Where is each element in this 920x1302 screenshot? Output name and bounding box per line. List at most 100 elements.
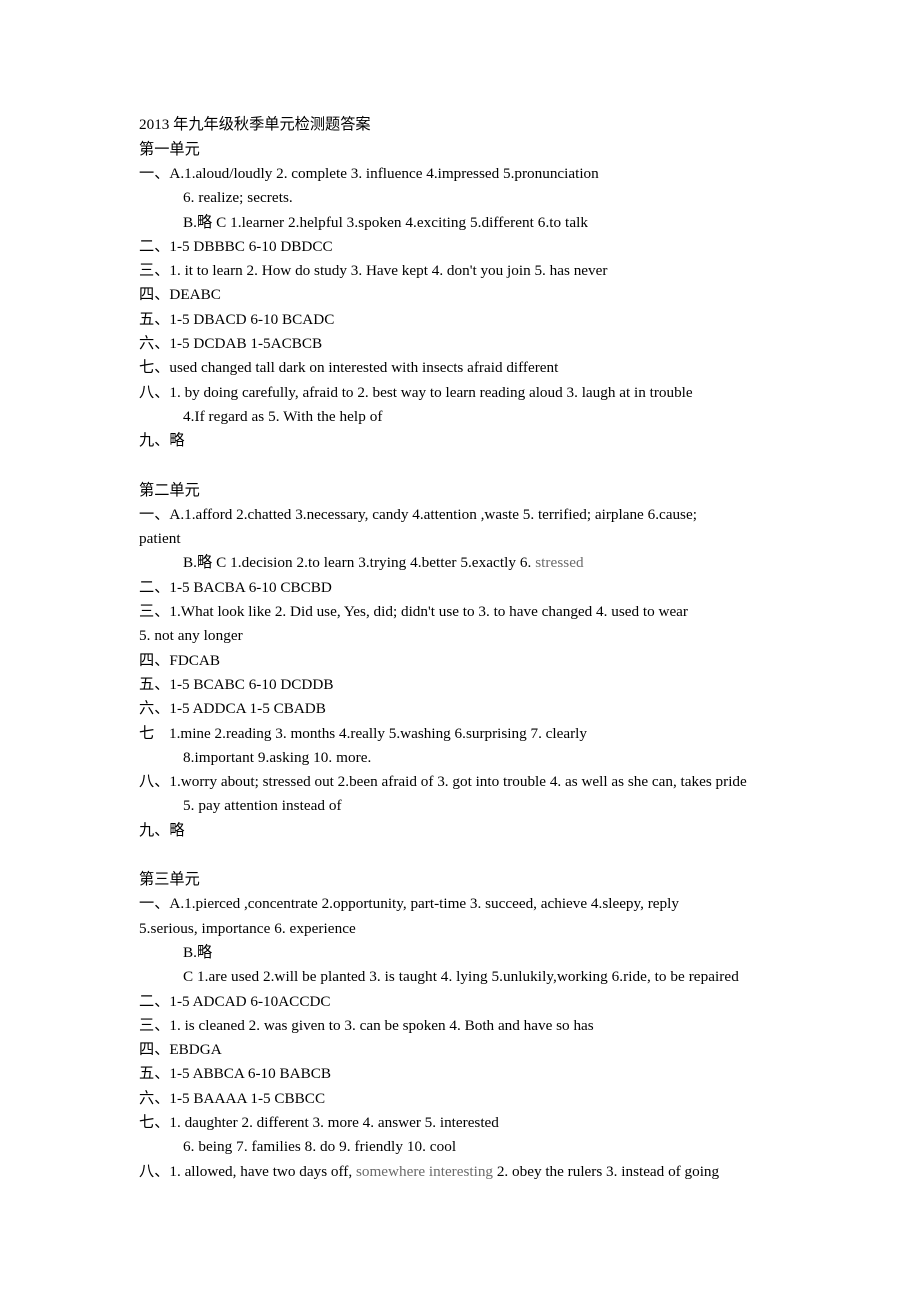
unit-heading: 第三单元 [139, 871, 200, 889]
section-marker: 二、 [139, 992, 170, 1010]
answer-line: 四、 EBDGA [139, 1038, 799, 1062]
answer-continuation-line: patient [139, 530, 181, 548]
answer-line: 八、 1.worry about; stressed out 2.been afr… [139, 770, 799, 794]
document-body: 2013 年九年级秋季单元检测题答案 第一单元 一、 A.1.aloud/loudl… [139, 112, 799, 1184]
answer-text: 1. daughter 2. different 3. more 4. answ… [169, 1113, 499, 1131]
answer-continuation-line: 6. realize; secrets. [183, 189, 293, 207]
answer-text: 1-5 ABBCA 6-10 BABCB [169, 1065, 331, 1083]
answer-text: 1. is cleaned 2. was given to 3. can be … [169, 1016, 594, 1034]
answer-text: 1-5 DCDAB 1-5ACBCB [169, 335, 323, 353]
answer-text-part: 1. allowed, have two days off, [169, 1162, 356, 1180]
answer-continuation-line: B.略 [183, 943, 213, 961]
answer-continuation-line: 5. not any longer [139, 627, 243, 645]
answer-continuation-line: B.略 C 1.decision 2.to learn 3.trying 4.b… [139, 551, 799, 575]
answer-line: 六、 1-5 BAAAA 1-5 CBBCC [139, 1087, 799, 1111]
answer-text: 1. by doing carefully, afraid to 2. best… [169, 383, 693, 401]
section-marker: 六、 [139, 1089, 170, 1107]
answer-text: 1-5 BAAAA 1-5 CBBCC [169, 1089, 326, 1107]
section-marker: 六、 [139, 700, 170, 718]
units-container: 第一单元 一、 A.1.aloud/loudly 2. complete 3. in… [139, 137, 799, 1184]
unit-spacer [139, 843, 799, 867]
answer-text: 1.What look like 2. Did use, Yes, did; d… [169, 603, 688, 621]
answer-line: 五、 1-5 ABBCA 6-10 BABCB [139, 1062, 799, 1086]
section-marker: 五、 [139, 675, 170, 693]
answer-line: 一、 A.1.aloud/loudly 2. complete 3. influe… [139, 162, 799, 186]
answer-line: 八、 1. by doing carefully, afraid to 2. be… [139, 381, 799, 405]
answer-line: 三、 1.What look like 2. Did use, Yes, did;… [139, 600, 799, 624]
document-title: 2013 年九年级秋季单元检测题答案 [139, 116, 371, 133]
answer-line: 二、 1-5 BACBA 6-10 CBCBD [139, 576, 799, 600]
answer-line: 六、 1-5 DCDAB 1-5ACBCB [139, 332, 799, 356]
answer-continuation-line: C 1.are used 2.will be planted 3. is tau… [183, 968, 739, 986]
answer-line: 二、 1-5 ADCAD 6-10ACCDC [139, 990, 799, 1014]
section-marker: 六、 [139, 335, 170, 353]
section-marker: 八、 [139, 773, 170, 791]
answer-line: 七、 used changed tall dark on interested w… [139, 356, 799, 380]
section-marker: 三、 [139, 1016, 170, 1034]
answer-text: 1-5 ADDCA 1-5 CBADB [169, 700, 326, 718]
section-marker: 七、 [139, 359, 170, 377]
answer-text: 1.worry about; stressed out 2.been afrai… [169, 773, 747, 791]
section-marker: 八、 [139, 383, 170, 401]
answer-line: 九、略 [139, 819, 799, 843]
answer-continuation-line: 4.If regard as 5. With the help of [183, 407, 383, 425]
answer-continuation-line: 5.serious, importance 6. experience [139, 919, 356, 937]
answer-text: 略 [169, 432, 185, 450]
answer-text-part: B.略 C 1.decision 2.to learn 3.trying 4.b… [183, 554, 536, 572]
answer-text: 1. it to learn 2. How do study 3. Have k… [169, 262, 608, 280]
section-marker: 九、 [139, 821, 170, 839]
answer-text: 1-5 BACBA 6-10 CBCBD [169, 578, 332, 596]
answer-line: 四、 DEABC [139, 283, 799, 307]
answer-text: FDCAB [169, 651, 221, 669]
answer-line: 一、 A.1.afford 2.chatted 3.necessary, cand… [139, 503, 799, 527]
answer-line: 五、 1-5 BCABC 6-10 DCDDB [139, 673, 799, 697]
answer-text-faded: somewhere interesting [355, 1162, 494, 1180]
answer-text: A.1.aloud/loudly 2. complete 3. influenc… [169, 165, 599, 182]
section-marker: 七、 [139, 1113, 170, 1131]
answer-line: 二、 1-5 DBBBC 6-10 DBDCC [139, 235, 799, 259]
answer-text: 1.mine 2.reading 3. months 4.really 5.wa… [169, 724, 587, 742]
answer-line: 七 1.mine 2.reading 3. months 4.really 5.w… [139, 722, 799, 746]
answer-text: 略 [169, 821, 185, 839]
answer-line: 四、 FDCAB [139, 649, 799, 673]
answer-text: 1-5 BCABC 6-10 DCDDB [169, 675, 334, 693]
section-marker: 八、 [139, 1162, 170, 1180]
unit-spacer [139, 454, 799, 478]
section-marker: 一、 [139, 165, 170, 182]
answer-text-part: 2. obey the rulers 3. instead of going [493, 1162, 720, 1180]
answer-line: 六、 1-5 ADDCA 1-5 CBADB [139, 697, 799, 721]
answer-continuation-line: 5. pay attention instead of [183, 797, 342, 815]
section-marker: 二、 [139, 237, 170, 255]
answer-text: 1-5 DBACD 6-10 BCADC [169, 310, 335, 328]
answer-text: 1. allowed, have two days off, somewhere… [169, 1160, 799, 1184]
section-marker: 五、 [139, 1065, 170, 1083]
answer-text: EBDGA [169, 1041, 222, 1059]
section-marker: 四、 [139, 1041, 170, 1059]
answer-line: 七、 1. daughter 2. different 3. more 4. an… [139, 1111, 799, 1135]
answer-text: DEABC [169, 286, 221, 304]
answer-line: 九、略 [139, 429, 799, 453]
section-marker: 四、 [139, 651, 170, 669]
section-marker: 九、 [139, 432, 170, 450]
section-marker: 七 [139, 724, 155, 742]
section-marker: 三、 [139, 603, 170, 621]
answer-text: 1-5 ADCAD 6-10ACCDC [169, 992, 331, 1010]
unit-heading: 第一单元 [139, 141, 200, 158]
answer-continuation-line: 6. being 7. families 8. do 9. friendly 1… [183, 1138, 457, 1156]
answer-text-faded: stressed [535, 554, 584, 572]
answer-continuation-line: 8.important 9.asking 10. more. [183, 748, 372, 766]
unit-heading: 第二单元 [139, 481, 200, 499]
answer-text: 1-5 DBBBC 6-10 DBDCC [169, 237, 333, 255]
document-page: 2013 年九年级秋季单元检测题答案 第一单元 一、 A.1.aloud/loudl… [0, 0, 920, 1302]
section-marker: 四、 [139, 286, 170, 304]
answer-text: A.1.pierced ,concentrate 2.opportunity, … [169, 895, 679, 913]
answer-text: A.1.afford 2.chatted 3.necessary, candy … [169, 505, 697, 523]
section-marker: 五、 [139, 310, 170, 328]
answer-continuation-line: B.略 C 1.learner 2.helpful 3.spoken 4.exc… [183, 213, 589, 231]
answer-line: 八、 1. allowed, have two days off, somewhe… [139, 1160, 799, 1184]
section-marker: 一、 [139, 505, 170, 523]
answer-line: 三、 1. is cleaned 2. was given to 3. can b… [139, 1014, 799, 1038]
section-marker: 三、 [139, 262, 170, 280]
answer-line: 三、 1. it to learn 2. How do study 3. Have… [139, 259, 799, 283]
answer-line: 一、 A.1.pierced ,concentrate 2.opportunity… [139, 892, 799, 916]
